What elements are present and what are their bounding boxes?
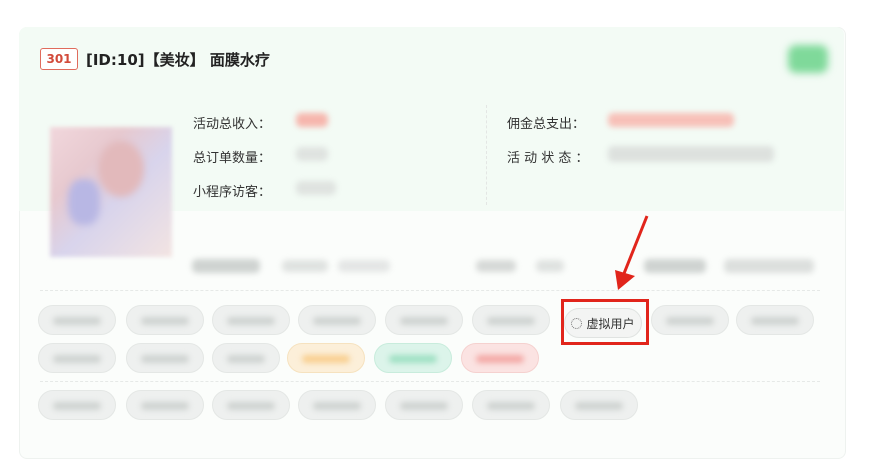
action-button[interactable] [212,305,290,335]
income-label: 活动总收入： [193,117,272,132]
action-button[interactable] [38,305,116,335]
action-button[interactable] [212,343,280,373]
orders-label: 总订单数量： [193,151,272,166]
meta-item [476,260,516,272]
meta-item [536,260,564,272]
action-button-red[interactable] [461,343,539,373]
action-button[interactable] [126,305,204,335]
meta-item [724,259,814,273]
status-toggle[interactable] [788,45,828,73]
commission-value [608,113,734,127]
thumbnail-face [98,141,144,197]
status-value [608,146,774,162]
activity-thumbnail[interactable] [50,127,172,257]
action-button[interactable] [736,305,814,335]
meta-item [282,260,328,272]
action-button[interactable] [38,390,116,420]
thumbnail-hand [68,179,100,225]
action-button[interactable] [472,390,550,420]
status-label: 活 动 状 态 ： [507,151,589,166]
activity-title: [ID:10]【美妆】 面膜水疗 [86,51,270,69]
action-button-orange[interactable] [287,343,365,373]
annotation-arrow-icon [615,215,649,290]
action-button[interactable] [651,305,729,335]
action-button-green[interactable] [374,343,452,373]
visitors-label: 小程序访客： [193,185,272,200]
commission-label: 佣金总支出： [507,117,586,132]
action-button[interactable] [126,390,204,420]
section-divider [40,290,820,291]
meta-item [338,260,390,272]
action-button[interactable] [212,390,290,420]
highlight-box [561,299,649,345]
stats-divider [486,105,487,205]
activity-id-badge: 301 [40,48,78,70]
action-button[interactable] [385,390,463,420]
orders-value [296,147,328,161]
action-button[interactable] [385,305,463,335]
action-button[interactable] [298,390,376,420]
visitors-value [296,181,336,195]
action-button[interactable] [298,305,376,335]
action-button[interactable] [472,305,550,335]
action-button[interactable] [560,390,638,420]
income-value [296,113,328,127]
section-divider [40,381,820,382]
action-button[interactable] [126,343,204,373]
meta-item [192,259,260,273]
action-button[interactable] [38,343,116,373]
